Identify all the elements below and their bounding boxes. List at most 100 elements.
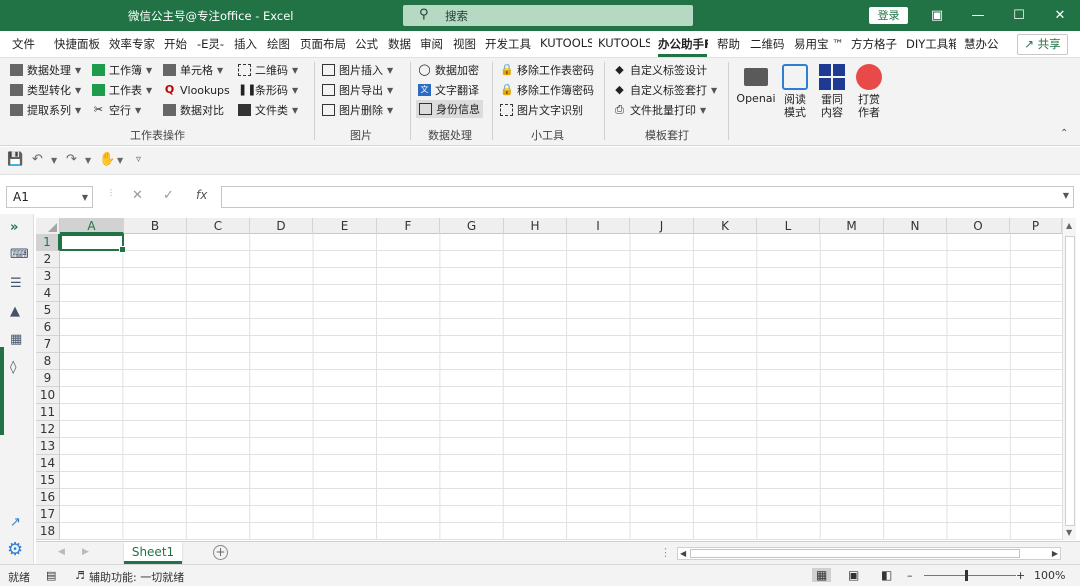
next-sheet-icon[interactable]: ▶ <box>82 547 89 557</box>
save-icon[interactable]: 💾 <box>7 152 23 167</box>
keyboard-icon[interactable]: ⌨ <box>10 247 29 262</box>
column-header[interactable]: K <box>694 218 757 234</box>
ribbon-display-options-icon[interactable]: ▣ <box>917 0 957 31</box>
vertical-scroll-thumb[interactable] <box>1065 236 1075 526</box>
column-header[interactable]: B <box>124 218 187 234</box>
add-sheet-icon[interactable]: + <box>213 545 228 560</box>
workbook-button[interactable]: 工作簿 ▼ <box>92 61 152 79</box>
insert-function-icon[interactable]: fx <box>196 188 207 202</box>
normal-view-icon[interactable]: ▦ <box>812 568 832 582</box>
column-header[interactable]: H <box>504 218 567 234</box>
column-header[interactable]: O <box>947 218 1010 234</box>
row-header[interactable]: 10 <box>36 387 60 404</box>
batch-print-button[interactable]: ⎙ 文件批量打印 ▼ <box>613 101 706 119</box>
id-info-button[interactable]: 身份信息 <box>416 100 483 118</box>
tab-fangfang[interactable]: 方方格子 <box>851 36 897 52</box>
tab-efficiency[interactable]: 效率专家 <box>109 36 155 52</box>
sheet-tab[interactable]: Sheet1 <box>124 542 182 564</box>
remove-sheet-password-button[interactable]: 🔒 移除工作表密码 <box>500 61 594 79</box>
file-class-button[interactable]: 文件类 ▼ <box>238 101 298 119</box>
barcode-button[interactable]: ❚❚ 条形码 ▼ <box>238 81 298 99</box>
tip-author-button[interactable]: 打赏 作者 <box>853 64 885 119</box>
splitter-grip-icon[interactable]: ⋮ <box>660 546 671 559</box>
macro-record-icon[interactable]: ▤ <box>46 569 56 582</box>
column-header[interactable]: L <box>757 218 820 234</box>
tab-eling[interactable]: -E灵- <box>197 36 224 52</box>
blank-row-button[interactable]: ✂ 空行 ▼ <box>92 101 141 119</box>
customize-qat-icon[interactable]: ▿ <box>136 154 141 165</box>
undo-dropdown-icon[interactable]: ▼ <box>51 156 57 165</box>
data-compare-button[interactable]: 数据对比 <box>163 101 224 119</box>
scroll-up-icon[interactable]: ▲ <box>1066 221 1072 230</box>
ocr-button[interactable]: 图片文字识别 <box>500 101 583 119</box>
tab-home[interactable]: 开始 <box>164 36 187 52</box>
tab-quick-panel[interactable]: 快捷面板 <box>54 36 100 52</box>
horizontal-scroll-thumb[interactable] <box>690 549 1020 558</box>
gear-icon[interactable]: ⚙ <box>7 539 23 560</box>
scroll-right-icon[interactable]: ▶ <box>1052 549 1058 558</box>
tab-view[interactable]: 视图 <box>453 36 476 52</box>
worksheet-grid[interactable]: A B C D E F G H I J K L M N O P 1 2 3 4 … <box>36 218 1062 540</box>
binoculars-icon[interactable]: ◊ <box>10 360 16 375</box>
column-header[interactable]: M <box>820 218 884 234</box>
custom-label-print-button[interactable]: ◆ 自定义标签套打 ▼ <box>613 81 717 99</box>
select-all-corner[interactable] <box>36 218 60 234</box>
active-cell[interactable] <box>60 234 126 253</box>
accessibility-icon[interactable]: ♬ <box>75 569 85 582</box>
row-header[interactable]: 8 <box>36 353 60 370</box>
tab-diy-tools[interactable]: DIY工具箱 <box>906 36 956 52</box>
table-icon[interactable]: ▦ <box>10 332 22 347</box>
zoom-slider-track[interactable] <box>924 575 1016 576</box>
column-header[interactable]: C <box>187 218 250 234</box>
row-header[interactable]: 7 <box>36 336 60 353</box>
row-header[interactable]: 16 <box>36 489 60 506</box>
tab-draw[interactable]: 绘图 <box>267 36 290 52</box>
translate-button[interactable]: 文文字翻译 <box>418 81 479 99</box>
row-header[interactable]: 11 <box>36 404 60 421</box>
formula-input[interactable]: ▼ <box>221 186 1074 208</box>
column-header[interactable]: G <box>440 218 504 234</box>
layers-icon[interactable]: ▲ <box>10 304 20 319</box>
redo-dropdown-icon[interactable]: ▼ <box>85 156 91 165</box>
tab-insert[interactable]: 插入 <box>234 36 257 52</box>
page-layout-view-icon[interactable]: ▣ <box>848 568 859 582</box>
row-header[interactable]: 9 <box>36 370 60 387</box>
login-button[interactable]: 登录 <box>869 7 908 24</box>
type-convert-button[interactable]: 类型转化 ▼ <box>10 81 81 99</box>
openai-button[interactable]: Openai <box>736 64 776 105</box>
undo-icon[interactable]: ↶ <box>32 152 43 167</box>
reading-mode-button[interactable]: 阅读 模式 <box>779 64 811 119</box>
prev-sheet-icon[interactable]: ◀ <box>58 547 65 557</box>
data-process-button[interactable]: 数据处理 ▼ <box>10 61 81 79</box>
external-link-icon[interactable]: ↗ <box>10 515 21 530</box>
tab-developer[interactable]: 开发工具 <box>485 36 531 52</box>
zoom-slider-knob[interactable] <box>965 570 968 581</box>
tab-hui-office[interactable]: 慧办公 <box>964 36 1004 52</box>
column-header[interactable]: P <box>1010 218 1062 234</box>
minimize-icon[interactable]: — <box>958 0 998 31</box>
scroll-left-icon[interactable]: ◀ <box>680 549 686 558</box>
qrcode-button[interactable]: 二维码 ▼ <box>238 61 298 79</box>
row-header[interactable]: 13 <box>36 438 60 455</box>
tab-yiyongbao[interactable]: 易用宝 ™ <box>794 36 844 52</box>
tab-page-layout[interactable]: 页面布局 <box>300 36 346 52</box>
row-header[interactable]: 14 <box>36 455 60 472</box>
tab-formulas[interactable]: 公式 <box>355 36 378 52</box>
name-box[interactable]: A1 ▼ <box>6 186 93 208</box>
row-header[interactable]: 15 <box>36 472 60 489</box>
column-header[interactable]: I <box>567 218 630 234</box>
horizontal-scrollbar[interactable]: ◀ ▶ <box>677 547 1061 560</box>
worksheet-button[interactable]: 工作表 ▼ <box>92 81 152 99</box>
image-insert-button[interactable]: 图片插入 ▼ <box>322 61 393 79</box>
tab-file[interactable]: 文件 <box>12 36 35 52</box>
row-header[interactable]: 3 <box>36 268 60 285</box>
row-header[interactable]: 6 <box>36 319 60 336</box>
column-header[interactable]: J <box>630 218 694 234</box>
collapse-ribbon-icon[interactable]: ⌃ <box>1060 128 1068 139</box>
cell-button[interactable]: 单元格 ▼ <box>163 61 223 79</box>
redo-icon[interactable]: ↷ <box>66 152 77 167</box>
tab-help[interactable]: 帮助 <box>717 36 740 52</box>
zoom-level[interactable]: 100% <box>1034 569 1065 582</box>
cell-area[interactable] <box>60 234 1062 540</box>
cancel-icon[interactable]: ✕ <box>132 188 143 203</box>
